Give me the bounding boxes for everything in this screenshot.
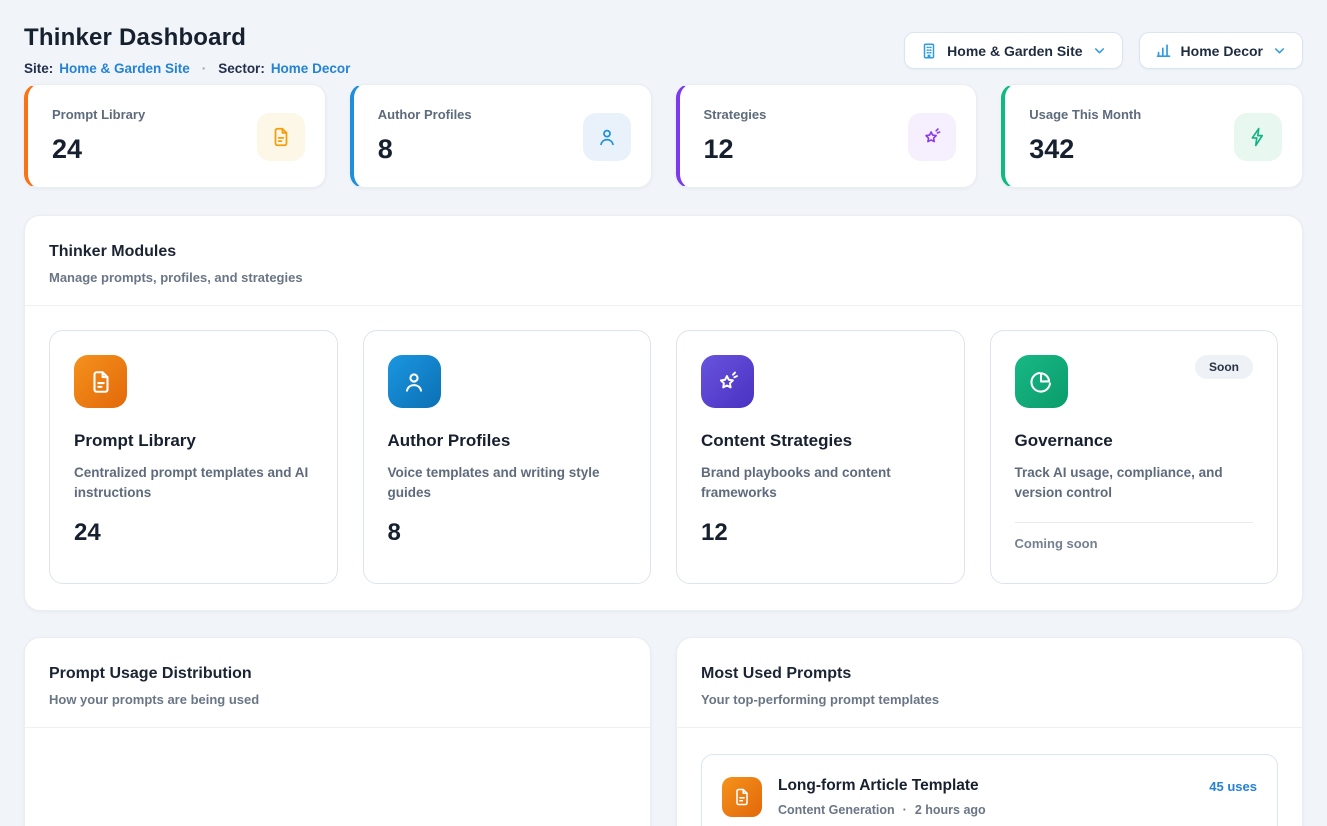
prompt-item-time: 2 hours ago — [915, 803, 986, 817]
stat-value: 8 — [378, 134, 472, 165]
usage-card-header: Prompt Usage Distribution How your promp… — [25, 638, 650, 728]
stat-value: 12 — [704, 134, 767, 165]
module-card-author-profiles[interactable]: Author Profiles Voice templates and writ… — [363, 330, 652, 584]
module-title: Prompt Library — [74, 431, 313, 451]
page-header: Thinker Dashboard Site: Home & Garden Si… — [24, 24, 1303, 76]
user-icon — [583, 113, 631, 161]
modules-grid: Prompt Library Centralized prompt templa… — [25, 306, 1302, 608]
header-titles: Thinker Dashboard Site: Home & Garden Si… — [24, 24, 350, 76]
dashboard-page: Thinker Dashboard Site: Home & Garden Si… — [0, 0, 1327, 826]
stat-label: Strategies — [704, 107, 767, 122]
stats-row: Prompt Library 24 Author Profiles 8 Stra… — [24, 84, 1303, 188]
site-dropdown[interactable]: Home & Garden Site — [904, 32, 1122, 69]
separator-dot: · — [202, 61, 207, 76]
sector-label: Sector: — [218, 61, 265, 76]
building-icon — [920, 42, 938, 60]
stat-label: Author Profiles — [378, 107, 472, 122]
module-title: Author Profiles — [388, 431, 627, 451]
module-card-content-strategies[interactable]: Content Strategies Brand playbooks and c… — [676, 330, 965, 584]
stat-text: Usage This Month 342 — [1029, 107, 1141, 165]
stat-text: Prompt Library 24 — [52, 107, 145, 165]
separator-dot: · — [903, 803, 907, 817]
module-card-prompt-library[interactable]: Prompt Library Centralized prompt templa… — [49, 330, 338, 584]
prompts-card-subtitle: Your top-performing prompt templates — [701, 692, 1278, 707]
document-icon — [722, 777, 762, 817]
sparkle-star-icon — [701, 355, 754, 408]
prompt-list: Long-form Article Template Content Gener… — [677, 728, 1302, 826]
modules-title: Thinker Modules — [49, 243, 1278, 261]
most-used-prompts-card: Most Used Prompts Your top-performing pr… — [676, 637, 1303, 826]
soon-badge: Soon — [1195, 355, 1253, 379]
module-count: 12 — [701, 519, 940, 547]
module-description: Centralized prompt templates and AI inst… — [74, 463, 309, 503]
module-description: Track AI usage, compliance, and version … — [1015, 463, 1250, 503]
site-label: Site: — [24, 61, 53, 76]
bottom-row: Prompt Usage Distribution How your promp… — [24, 637, 1303, 826]
prompts-card-title: Most Used Prompts — [701, 665, 1278, 683]
prompt-item-text: Long-form Article Template Content Gener… — [778, 777, 1193, 817]
coming-soon-text: Coming soon — [1015, 536, 1254, 551]
stat-value: 24 — [52, 134, 145, 165]
module-card-governance[interactable]: Soon Governance Track AI usage, complian… — [990, 330, 1279, 584]
usage-distribution-card: Prompt Usage Distribution How your promp… — [24, 637, 651, 826]
sector-link[interactable]: Home Decor — [271, 61, 351, 76]
module-count: 8 — [388, 519, 627, 547]
module-count: 24 — [74, 519, 313, 547]
divider — [1015, 522, 1254, 523]
site-link[interactable]: Home & Garden Site — [59, 61, 190, 76]
modules-header: Thinker Modules Manage prompts, profiles… — [25, 216, 1302, 306]
stat-text: Author Profiles 8 — [378, 107, 472, 165]
header-controls: Home & Garden Site Home Decor — [904, 32, 1303, 69]
prompt-item-category: Content Generation — [778, 803, 895, 817]
pie-chart-icon — [1015, 355, 1068, 408]
stat-card-prompt-library: Prompt Library 24 — [24, 84, 326, 188]
module-description: Brand playbooks and content frameworks — [701, 463, 936, 503]
modules-panel: Thinker Modules Manage prompts, profiles… — [24, 215, 1303, 611]
bar-chart-icon — [1155, 42, 1172, 59]
document-icon — [74, 355, 127, 408]
breadcrumb: Site: Home & Garden Site · Sector: Home … — [24, 61, 350, 76]
prompt-item-title: Long-form Article Template — [778, 777, 1193, 795]
prompt-list-item[interactable]: Long-form Article Template Content Gener… — [701, 754, 1278, 826]
module-title: Governance — [1015, 431, 1254, 451]
site-dropdown-label: Home & Garden Site — [947, 43, 1082, 59]
sector-dropdown-label: Home Decor — [1181, 43, 1263, 59]
document-icon — [257, 113, 305, 161]
stat-value: 342 — [1029, 134, 1141, 165]
stat-card-strategies: Strategies 12 — [676, 84, 978, 188]
prompt-item-uses-badge: 45 uses — [1209, 779, 1257, 794]
stat-card-usage: Usage This Month 342 — [1001, 84, 1303, 188]
stat-label: Usage This Month — [1029, 107, 1141, 122]
prompts-card-header: Most Used Prompts Your top-performing pr… — [677, 638, 1302, 728]
donut-chart-area: 15% — [25, 728, 650, 826]
prompt-item-meta: Content Generation · 2 hours ago — [778, 803, 1193, 817]
module-title: Content Strategies — [701, 431, 940, 451]
chevron-down-icon — [1272, 43, 1287, 58]
sparkle-star-icon — [908, 113, 956, 161]
usage-card-subtitle: How your prompts are being used — [49, 692, 626, 707]
sector-dropdown[interactable]: Home Decor — [1139, 32, 1303, 69]
module-description: Voice templates and writing style guides — [388, 463, 623, 503]
stat-label: Prompt Library — [52, 107, 145, 122]
page-title: Thinker Dashboard — [24, 24, 350, 52]
lightning-icon — [1234, 113, 1282, 161]
stat-card-author-profiles: Author Profiles 8 — [350, 84, 652, 188]
stat-text: Strategies 12 — [704, 107, 767, 165]
usage-card-title: Prompt Usage Distribution — [49, 665, 626, 683]
chevron-down-icon — [1092, 43, 1107, 58]
modules-subtitle: Manage prompts, profiles, and strategies — [49, 270, 1278, 285]
user-icon — [388, 355, 441, 408]
